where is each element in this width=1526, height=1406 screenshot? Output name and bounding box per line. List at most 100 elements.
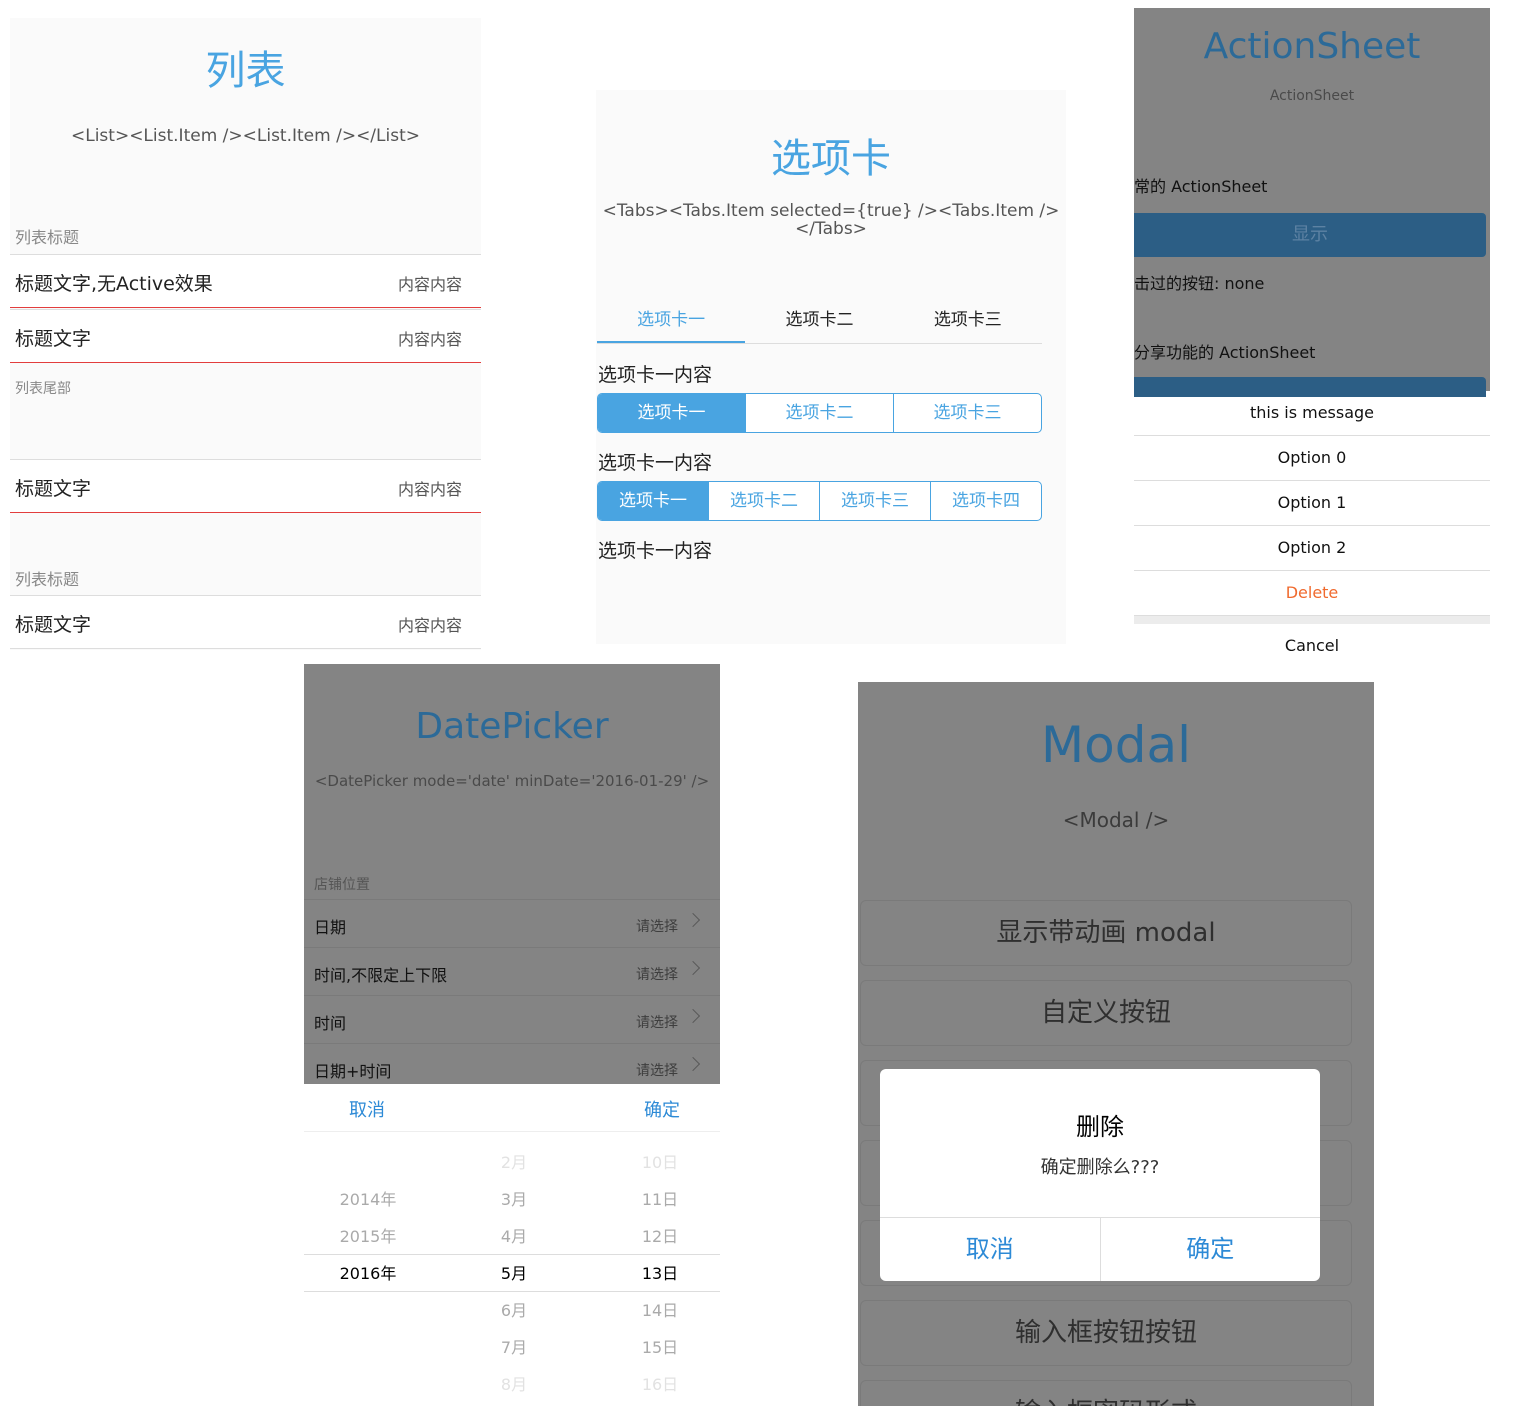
list-item-extra: 内容内容 bbox=[397, 616, 462, 635]
segment-2[interactable]: 选项卡二 bbox=[745, 394, 893, 432]
list-footer: 列表尾部 bbox=[15, 381, 71, 397]
segment-4[interactable]: 选项卡四 bbox=[930, 482, 1041, 520]
modal-overlay[interactable]: ActionSheet ActionSheet 常的 ActionSheet 显… bbox=[1134, 8, 1490, 397]
row-value: 请选择 bbox=[636, 1015, 678, 1031]
picker-option-selected[interactable]: 13日 bbox=[600, 1255, 720, 1292]
list-item[interactable]: 标题文字 内容内容 bbox=[10, 459, 481, 513]
button-label: 自定义按钮 bbox=[1040, 998, 1171, 1028]
delete-option[interactable]: Delete bbox=[1134, 571, 1490, 616]
row-label: 时间,不限定上下限 bbox=[314, 966, 448, 985]
custom-buttons-button[interactable]: 自定义按钮 bbox=[860, 980, 1352, 1046]
row-label: 时间 bbox=[314, 1014, 347, 1033]
cancel-button[interactable]: Cancel bbox=[1134, 624, 1490, 668]
page-subtitle: <List><List.Item /><List.Item /></List> bbox=[70, 126, 420, 146]
row-value: 请选择 bbox=[636, 919, 678, 935]
list-item-title: 标题文字 bbox=[15, 614, 92, 636]
page-subtitle: ActionSheet bbox=[1269, 88, 1355, 104]
underline-tabs: 选项卡一 选项卡二 选项卡三 bbox=[597, 300, 1042, 344]
row-value: 请选择 bbox=[636, 967, 678, 983]
action-sheet-option[interactable]: Option 0 bbox=[1134, 436, 1490, 481]
chevron-right-icon bbox=[685, 1008, 701, 1024]
picker-option[interactable]: 6月 bbox=[454, 1292, 574, 1329]
dialog-confirm-button[interactable]: 确定 bbox=[1101, 1218, 1321, 1281]
list-item-extra: 内容内容 bbox=[397, 330, 462, 349]
date-picker-row[interactable]: 日期 请选择 bbox=[304, 899, 720, 947]
list-header: 店铺位置 bbox=[314, 877, 370, 893]
row-value: 请选择 bbox=[636, 1063, 678, 1079]
segmented-tabs-3: 选项卡一 选项卡二 选项卡三 bbox=[597, 393, 1042, 433]
modal-overlay[interactable]: DatePicker <DatePicker mode='date' minDa… bbox=[304, 664, 720, 1084]
action-sheet-divider bbox=[1134, 616, 1490, 624]
date-picker-row[interactable]: 时间,不限定上下限 请选择 bbox=[304, 947, 720, 995]
page-title: ActionSheet bbox=[1203, 26, 1421, 67]
list-item[interactable]: 标题文字 内容内容 bbox=[10, 309, 481, 363]
list-header: 列表标题 bbox=[15, 228, 80, 247]
page-subtitle: <Tabs><Tabs.Item selected={true} /><Tabs… bbox=[602, 201, 1060, 239]
show-animated-modal-button[interactable]: 显示带动画 modal bbox=[860, 900, 1352, 966]
show-actionsheet-button[interactable]: 显示 bbox=[1134, 213, 1486, 257]
segmented-tabs-4: 选项卡一 选项卡二 选项卡三 选项卡四 bbox=[597, 481, 1042, 521]
picker-option[interactable]: 11日 bbox=[600, 1181, 720, 1218]
list-item-title: 标题文字 bbox=[15, 478, 92, 500]
action-sheet-option[interactable]: Option 2 bbox=[1134, 526, 1490, 571]
segment-3[interactable]: 选项卡三 bbox=[819, 482, 930, 520]
page-title: DatePicker bbox=[415, 706, 609, 747]
segment-3[interactable]: 选项卡三 bbox=[893, 394, 1041, 432]
segment-1[interactable]: 选项卡一 bbox=[598, 394, 745, 432]
page-subtitle: <DatePicker mode='date' minDate='2016-01… bbox=[314, 772, 710, 790]
confirm-button[interactable]: 确定 bbox=[644, 1096, 680, 1122]
row-label: 日期+时间 bbox=[314, 1062, 392, 1081]
picker-option[interactable]: 7月 bbox=[454, 1329, 574, 1366]
picker-option[interactable]: 2月 bbox=[454, 1144, 574, 1181]
list-item[interactable]: 标题文字 内容内容 bbox=[10, 595, 481, 649]
action-sheet-option[interactable]: Option 1 bbox=[1134, 481, 1490, 526]
picker-option[interactable]: 14日 bbox=[600, 1292, 720, 1329]
picker-option[interactable]: 8月 bbox=[454, 1366, 574, 1403]
list-header: 列表标题 bbox=[15, 570, 80, 589]
picker-option[interactable]: 12日 bbox=[600, 1218, 720, 1255]
page-title: 列表 bbox=[205, 48, 286, 94]
list-item-title: 标题文字,无Active效果 bbox=[15, 273, 213, 295]
day-wheel[interactable]: 10日 11日 12日 13日 14日 15日 16日 bbox=[600, 1144, 720, 1403]
tab-3[interactable]: 选项卡三 bbox=[894, 300, 1042, 343]
page-title: Modal bbox=[1041, 716, 1191, 774]
datepicker-demo-panel: DatePicker <DatePicker mode='date' minDa… bbox=[304, 664, 720, 1406]
picker-option[interactable]: 2015年 bbox=[308, 1218, 428, 1255]
picker-option-selected[interactable]: 2016年 bbox=[308, 1255, 428, 1292]
tab-content: 选项卡一内容 bbox=[598, 540, 713, 562]
dialog-message: 确定删除么??? bbox=[1040, 1157, 1160, 1178]
picker-option[interactable]: 16日 bbox=[600, 1366, 720, 1403]
tab-2[interactable]: 选项卡二 bbox=[745, 300, 893, 343]
input-button-button[interactable]: 输入框按钮按钮 bbox=[860, 1300, 1352, 1366]
year-wheel[interactable]: 2014年 2015年 2016年 bbox=[308, 1181, 428, 1292]
section-label: 分享功能的 ActionSheet bbox=[1134, 343, 1316, 362]
date-picker-row[interactable]: 时间 请选择 bbox=[304, 995, 720, 1043]
chevron-right-icon bbox=[685, 1056, 701, 1072]
page-title: 选项卡 bbox=[771, 136, 891, 182]
dialog-cancel-button[interactable]: 取消 bbox=[880, 1218, 1101, 1281]
picker-option-selected[interactable]: 5月 bbox=[454, 1255, 574, 1292]
tabs-demo-panel: 选项卡 <Tabs><Tabs.Item selected={true} /><… bbox=[596, 90, 1066, 644]
picker-option[interactable]: 3月 bbox=[454, 1181, 574, 1218]
tab-content: 选项卡一内容 bbox=[598, 364, 713, 386]
list-item-extra: 内容内容 bbox=[397, 480, 462, 499]
month-wheel[interactable]: 2月 3月 4月 5月 6月 7月 8月 bbox=[454, 1144, 574, 1403]
picker-option[interactable]: 2014年 bbox=[308, 1181, 428, 1218]
cancel-button[interactable]: 取消 bbox=[349, 1096, 385, 1122]
picker-toolbar: 取消 确定 bbox=[304, 1084, 720, 1132]
input-password-button[interactable]: 输入框密码形式 bbox=[860, 1380, 1352, 1406]
segment-2[interactable]: 选项卡二 bbox=[708, 482, 819, 520]
segment-1[interactable]: 选项卡一 bbox=[598, 482, 708, 520]
tab-1[interactable]: 选项卡一 bbox=[597, 300, 746, 343]
picker-option[interactable]: 4月 bbox=[454, 1218, 574, 1255]
modal-demo-panel[interactable]: Modal <Modal /> 显示带动画 modal 自定义按钮 输入框按钮按… bbox=[858, 682, 1374, 1406]
list-item-title: 标题文字 bbox=[15, 328, 92, 350]
list-item-extra: 内容内容 bbox=[397, 275, 462, 294]
list-demo-panel: 列表 <List><List.Item /><List.Item /></Lis… bbox=[10, 18, 481, 650]
confirm-dialog: 删除 确定删除么??? 取消 确定 bbox=[880, 1069, 1320, 1281]
list-item: 标题文字,无Active效果 内容内容 bbox=[10, 254, 481, 308]
picker-option[interactable]: 10日 bbox=[600, 1144, 720, 1181]
actionsheet-demo-panel: ActionSheet ActionSheet 常的 ActionSheet 显… bbox=[1134, 8, 1490, 668]
picker-option[interactable]: 15日 bbox=[600, 1329, 720, 1366]
clicked-status: 击过的按钮: none bbox=[1134, 274, 1265, 293]
